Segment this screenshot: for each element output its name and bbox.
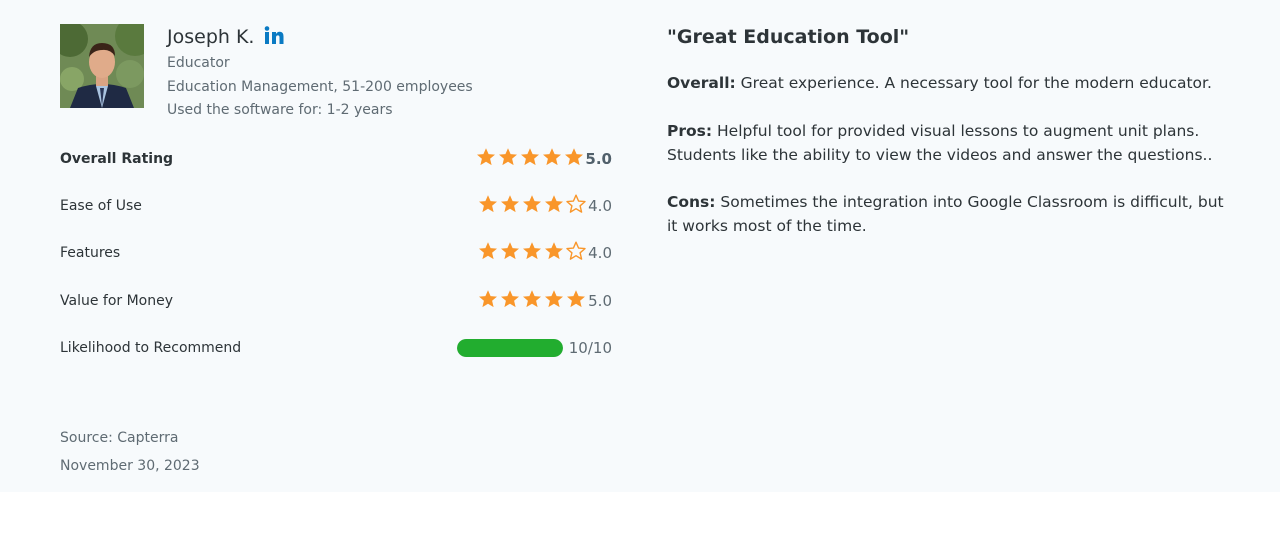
star-filled-icon <box>545 242 563 260</box>
rating-label: Features <box>60 245 121 261</box>
star-filled-icon <box>479 242 497 260</box>
star-rating <box>476 147 584 167</box>
rating-value: 4.0 <box>588 197 612 215</box>
star-filled-icon <box>501 195 519 213</box>
star-filled-icon <box>501 290 519 308</box>
linkedin-icon[interactable] <box>264 25 284 47</box>
star-filled-icon <box>567 290 585 308</box>
star-filled-icon <box>523 195 541 213</box>
review-title: "Great Education Tool" <box>667 26 910 48</box>
recommend-bar-fill <box>457 339 563 357</box>
star-empty-icon <box>566 241 586 260</box>
star-filled-icon <box>521 148 539 166</box>
rating-value: 4.0 <box>588 244 612 262</box>
reviewer-role: Educator <box>167 55 230 71</box>
avatar <box>60 24 144 108</box>
cons-label: Cons: <box>667 193 716 211</box>
star-filled-icon <box>501 242 519 260</box>
rating-value-for-money: Value for Money 5.0 <box>60 289 612 313</box>
review-source: Source: Capterra <box>60 430 179 446</box>
review-pros: Pros: Helpful tool for provided visual l… <box>667 119 1227 167</box>
star-filled-icon <box>543 148 561 166</box>
star-filled-icon <box>545 195 563 213</box>
rating-label: Ease of Use <box>60 198 142 214</box>
rating-value: 5.0 <box>588 292 612 310</box>
rating-label: Value for Money <box>60 293 174 309</box>
rating-label: Likelihood to Recommend <box>60 340 242 356</box>
reviewer-company: Education Management, 51-200 employees <box>167 79 473 95</box>
pros-text: Helpful tool for provided visual lessons… <box>667 122 1213 164</box>
star-filled-icon <box>499 148 517 166</box>
overall-label: Overall: <box>667 74 736 92</box>
star-filled-icon <box>479 195 497 213</box>
reviewer-usage: Used the software for: 1-2 years <box>167 102 393 118</box>
star-filled-icon <box>545 290 563 308</box>
star-filled-icon <box>523 242 541 260</box>
rating-features: Features 4.0 <box>60 241 612 265</box>
star-filled-icon <box>565 148 583 166</box>
rating-overall: Overall Rating 5.0 <box>60 147 612 171</box>
review-card: Joseph K. Educator Education Management,… <box>0 0 1280 492</box>
star-filled-icon <box>477 148 495 166</box>
cons-text: Sometimes the integration into Google Cl… <box>667 193 1224 235</box>
rating-value: 10/10 <box>568 339 612 357</box>
star-rating <box>478 194 586 214</box>
pros-label: Pros: <box>667 122 713 140</box>
star-rating <box>478 289 586 309</box>
overall-text: Great experience. A necessary tool for t… <box>735 74 1212 92</box>
star-filled-icon <box>523 290 541 308</box>
star-filled-icon <box>479 290 497 308</box>
recommend-bar <box>457 339 563 357</box>
rating-likelihood: Likelihood to Recommend 10/10 <box>60 336 612 360</box>
reviewer-name: Joseph K. <box>167 26 255 48</box>
rating-value: 5.0 <box>585 150 612 168</box>
rating-ease-of-use: Ease of Use 4.0 <box>60 194 612 218</box>
review-cons: Cons: Sometimes the integration into Goo… <box>667 190 1227 238</box>
star-rating <box>478 241 586 261</box>
review-date: November 30, 2023 <box>60 458 200 474</box>
star-empty-icon <box>566 194 586 213</box>
rating-label: Overall Rating <box>60 151 174 167</box>
review-overall: Overall: Great experience. A necessary t… <box>667 71 1227 95</box>
